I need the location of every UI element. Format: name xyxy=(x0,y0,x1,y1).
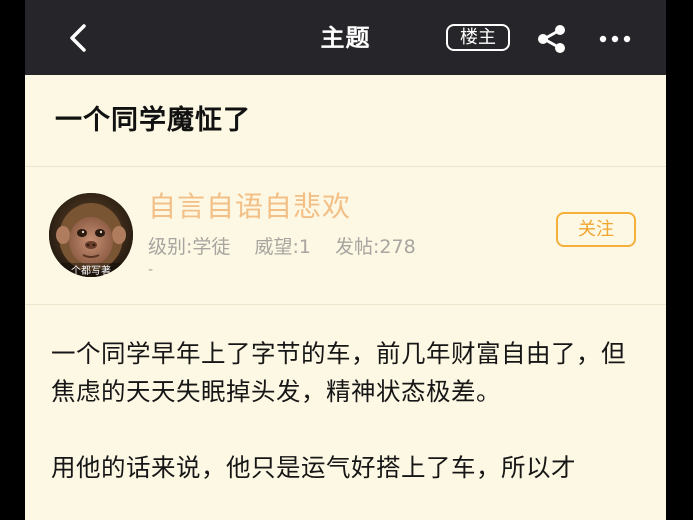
post-paragraph: 一个同学早年上了字节的车，前几年财富自由了，但焦虑的天天失眠掉头发，精神状态极差… xyxy=(51,339,626,406)
avatar[interactable]: 个都写著 xyxy=(49,193,133,277)
avatar-caption: 个都写著 xyxy=(71,264,111,277)
author-level: 级别:学徒 xyxy=(148,236,231,258)
author-name[interactable]: 自言自语自悲欢 xyxy=(148,187,351,227)
page-title: 主题 xyxy=(320,24,371,52)
author-signature: - xyxy=(148,262,154,278)
author-stats: 级别:学徒 威望:1 发帖:278 xyxy=(148,233,434,261)
thread-title-section: 一个同学魔怔了 xyxy=(25,75,666,167)
author-post-count: 发帖:278 xyxy=(335,236,416,258)
more-options-button[interactable] xyxy=(598,28,632,50)
owner-only-button[interactable]: 楼主 xyxy=(446,24,510,51)
top-nav-bar: 主题 楼主 xyxy=(25,0,666,75)
post-body: 一个同学早年上了字节的车，前几年财富自由了，但焦虑的天天失眠掉头发，精神状态极差… xyxy=(25,305,666,487)
author-prestige: 威望:1 xyxy=(254,236,311,258)
thread-title: 一个同学魔怔了 xyxy=(55,105,251,136)
share-button[interactable] xyxy=(536,24,568,54)
share-icon xyxy=(538,25,565,53)
more-dots-icon xyxy=(599,35,631,43)
follow-button[interactable]: 关注 xyxy=(556,212,636,247)
monkey-avatar-icon: 个都写著 xyxy=(49,193,133,277)
author-section: 个都写著 自言自语自悲欢 级别:学徒 威望:1 发帖:278 - 关注 xyxy=(25,167,666,305)
app-frame: 主题 楼主 一个同学魔怔了 个都写著 自言自语自悲欢 级别:学徒 威望:1 发帖… xyxy=(25,0,666,520)
post-paragraph: 用他的话来说，他只是运气好搭上了车，所以才 xyxy=(51,453,576,482)
